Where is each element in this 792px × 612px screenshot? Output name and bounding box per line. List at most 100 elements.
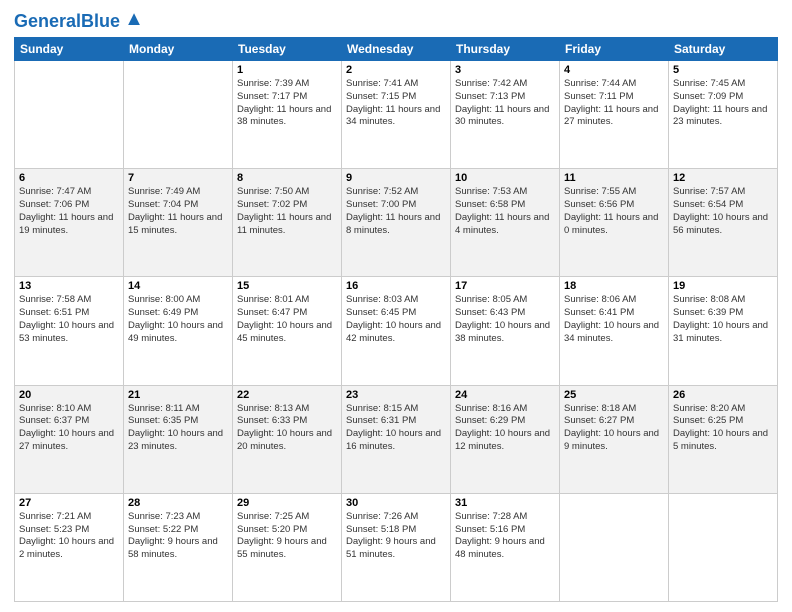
day-number: 15 (237, 280, 337, 292)
day-number: 12 (673, 172, 773, 184)
day-number: 18 (564, 280, 664, 292)
calendar-cell: 19Sunrise: 8:08 AM Sunset: 6:39 PM Dayli… (669, 277, 778, 385)
calendar-cell: 1 Sunrise: 7:39 AM Sunset: 7:17 PM Daylig… (233, 61, 342, 169)
day-info: Sunrise: 7:41 AM Sunset: 7:15 PM Dayligh… (346, 78, 446, 129)
header-friday: Friday (560, 38, 669, 61)
day-info: Sunrise: 7:23 AM Sunset: 5:22 PM Dayligh… (128, 511, 228, 562)
day-number: 2 (346, 64, 446, 76)
day-info: Sunrise: 7:47 AM Sunset: 7:06 PM Dayligh… (19, 186, 119, 237)
day-number: 26 (673, 389, 773, 401)
calendar-cell: 7 Sunrise: 7:49 AM Sunset: 7:04 PM Daylig… (124, 169, 233, 277)
day-info: Sunrise: 8:15 AM Sunset: 6:31 PM Dayligh… (346, 403, 446, 454)
calendar-cell: 31 Sunrise: 7:28 AM Sunset: 5:16 PM Dayli… (451, 493, 560, 601)
day-number: 14 (128, 280, 228, 292)
header-tuesday: Tuesday (233, 38, 342, 61)
day-info: Sunrise: 8:16 AM Sunset: 6:29 PM Dayligh… (455, 403, 555, 454)
day-info: Sunrise: 7:58 AM Sunset: 6:51 PM Dayligh… (19, 294, 119, 345)
day-number: 22 (237, 389, 337, 401)
calendar-cell: 26Sunrise: 8:20 AM Sunset: 6:25 PM Dayli… (669, 385, 778, 493)
calendar-cell: 28 Sunrise: 7:23 AM Sunset: 5:22 PM Dayli… (124, 493, 233, 601)
day-info: Sunrise: 7:44 AM Sunset: 7:11 PM Dayligh… (564, 78, 664, 129)
day-number: 27 (19, 497, 119, 509)
day-info: Sunrise: 8:18 AM Sunset: 6:27 PM Dayligh… (564, 403, 664, 454)
day-info: Sunrise: 7:55 AM Sunset: 6:56 PM Dayligh… (564, 186, 664, 237)
day-number: 25 (564, 389, 664, 401)
day-number: 30 (346, 497, 446, 509)
day-number: 28 (128, 497, 228, 509)
day-number: 3 (455, 64, 555, 76)
calendar-cell: 12 Sunrise: 7:57 AM Sunset: 6:54 PM Dayli… (669, 169, 778, 277)
day-info: Sunrise: 7:45 AM Sunset: 7:09 PM Dayligh… (673, 78, 773, 129)
week-row-3: 13 Sunrise: 7:58 AM Sunset: 6:51 PM Dayli… (15, 277, 778, 385)
header-monday: Monday (124, 38, 233, 61)
day-info: Sunrise: 7:50 AM Sunset: 7:02 PM Dayligh… (237, 186, 337, 237)
day-number: 19 (673, 280, 773, 292)
day-info: Sunrise: 7:42 AM Sunset: 7:13 PM Dayligh… (455, 78, 555, 129)
calendar-cell: 30Sunrise: 7:26 AM Sunset: 5:18 PM Dayli… (342, 493, 451, 601)
calendar-cell: 25 Sunrise: 8:18 AM Sunset: 6:27 PM Dayli… (560, 385, 669, 493)
day-info: Sunrise: 7:53 AM Sunset: 6:58 PM Dayligh… (455, 186, 555, 237)
calendar-cell (15, 61, 124, 169)
day-info: Sunrise: 7:25 AM Sunset: 5:20 PM Dayligh… (237, 511, 337, 562)
day-info: Sunrise: 8:01 AM Sunset: 6:47 PM Dayligh… (237, 294, 337, 345)
day-info: Sunrise: 7:57 AM Sunset: 6:54 PM Dayligh… (673, 186, 773, 237)
page: GeneralBlue ▲ Sunday Monday Tuesday Wedn… (0, 0, 792, 612)
week-row-1: 1 Sunrise: 7:39 AM Sunset: 7:17 PM Daylig… (15, 61, 778, 169)
calendar-cell: 27 Sunrise: 7:21 AM Sunset: 5:23 PM Dayli… (15, 493, 124, 601)
day-info: Sunrise: 7:21 AM Sunset: 5:23 PM Dayligh… (19, 511, 119, 562)
calendar-table: Sunday Monday Tuesday Wednesday Thursday… (14, 37, 778, 602)
day-number: 10 (455, 172, 555, 184)
header-saturday: Saturday (669, 38, 778, 61)
header: GeneralBlue ▲ (14, 10, 778, 31)
calendar-cell: 5 Sunrise: 7:45 AM Sunset: 7:09 PM Daylig… (669, 61, 778, 169)
day-number: 13 (19, 280, 119, 292)
logo-blue: Blue (81, 11, 120, 31)
header-sunday: Sunday (15, 38, 124, 61)
day-number: 6 (19, 172, 119, 184)
day-info: Sunrise: 7:28 AM Sunset: 5:16 PM Dayligh… (455, 511, 555, 562)
calendar-cell: 21Sunrise: 8:11 AM Sunset: 6:35 PM Dayli… (124, 385, 233, 493)
day-number: 29 (237, 497, 337, 509)
calendar-cell (124, 61, 233, 169)
day-info: Sunrise: 8:13 AM Sunset: 6:33 PM Dayligh… (237, 403, 337, 454)
calendar-cell: 15 Sunrise: 8:01 AM Sunset: 6:47 PM Dayli… (233, 277, 342, 385)
calendar-cell: 11 Sunrise: 7:55 AM Sunset: 6:56 PM Dayli… (560, 169, 669, 277)
day-number: 7 (128, 172, 228, 184)
logo: GeneralBlue ▲ (14, 10, 144, 31)
day-number: 5 (673, 64, 773, 76)
day-info: Sunrise: 8:06 AM Sunset: 6:41 PM Dayligh… (564, 294, 664, 345)
calendar-cell: 9Sunrise: 7:52 AM Sunset: 7:00 PM Daylig… (342, 169, 451, 277)
week-row-2: 6 Sunrise: 7:47 AM Sunset: 7:06 PM Daylig… (15, 169, 778, 277)
day-info: Sunrise: 8:05 AM Sunset: 6:43 PM Dayligh… (455, 294, 555, 345)
calendar-cell: 18 Sunrise: 8:06 AM Sunset: 6:41 PM Dayli… (560, 277, 669, 385)
day-info: Sunrise: 8:00 AM Sunset: 6:49 PM Dayligh… (128, 294, 228, 345)
day-number: 17 (455, 280, 555, 292)
day-info: Sunrise: 7:49 AM Sunset: 7:04 PM Dayligh… (128, 186, 228, 237)
day-number: 9 (346, 172, 446, 184)
calendar-cell: 8Sunrise: 7:50 AM Sunset: 7:02 PM Daylig… (233, 169, 342, 277)
day-number: 20 (19, 389, 119, 401)
calendar-cell: 23Sunrise: 8:15 AM Sunset: 6:31 PM Dayli… (342, 385, 451, 493)
calendar-cell: 14 Sunrise: 8:00 AM Sunset: 6:49 PM Dayli… (124, 277, 233, 385)
day-number: 11 (564, 172, 664, 184)
calendar-cell: 20Sunrise: 8:10 AM Sunset: 6:37 PM Dayli… (15, 385, 124, 493)
logo-text: GeneralBlue (14, 12, 120, 30)
calendar-cell: 16 Sunrise: 8:03 AM Sunset: 6:45 PM Dayli… (342, 277, 451, 385)
day-info: Sunrise: 8:03 AM Sunset: 6:45 PM Dayligh… (346, 294, 446, 345)
calendar-cell: 3 Sunrise: 7:42 AM Sunset: 7:13 PM Daylig… (451, 61, 560, 169)
day-number: 1 (237, 64, 337, 76)
day-number: 21 (128, 389, 228, 401)
day-number: 24 (455, 389, 555, 401)
calendar-cell (560, 493, 669, 601)
day-number: 16 (346, 280, 446, 292)
day-info: Sunrise: 7:39 AM Sunset: 7:17 PM Dayligh… (237, 78, 337, 129)
day-number: 31 (455, 497, 555, 509)
calendar-cell: 29 Sunrise: 7:25 AM Sunset: 5:20 PM Dayli… (233, 493, 342, 601)
calendar-cell: 17 Sunrise: 8:05 AM Sunset: 6:43 PM Dayli… (451, 277, 560, 385)
day-number: 4 (564, 64, 664, 76)
header-wednesday: Wednesday (342, 38, 451, 61)
calendar-cell: 4 Sunrise: 7:44 AM Sunset: 7:11 PM Daylig… (560, 61, 669, 169)
calendar-cell: 13 Sunrise: 7:58 AM Sunset: 6:51 PM Dayli… (15, 277, 124, 385)
calendar-cell: 2 Sunrise: 7:41 AM Sunset: 7:15 PM Daylig… (342, 61, 451, 169)
header-thursday: Thursday (451, 38, 560, 61)
